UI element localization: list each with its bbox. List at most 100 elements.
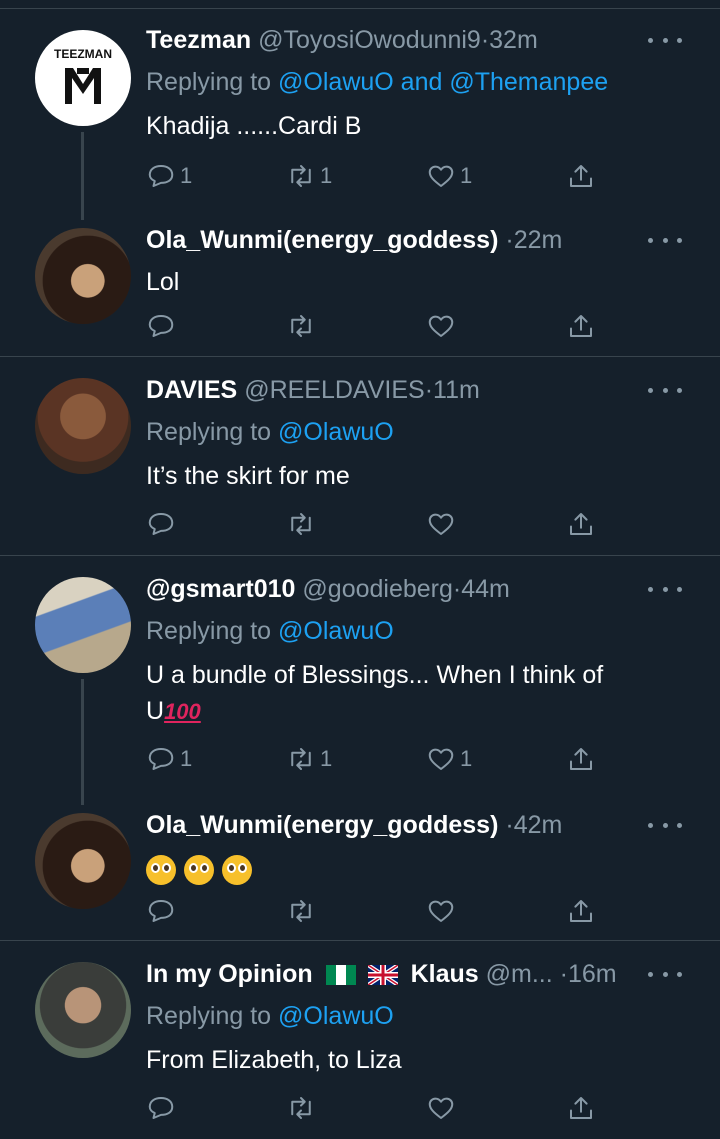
avatar[interactable] <box>35 378 131 474</box>
reply-button[interactable]: 1 <box>146 739 192 779</box>
like-icon <box>428 513 454 535</box>
mention-link[interactable]: @OlawuO <box>278 617 394 645</box>
author-name[interactable]: Ola_Wunmi(energy_goddess) <box>146 811 498 839</box>
retweet-count: 1 <box>320 746 333 771</box>
retweet-icon <box>291 1097 311 1119</box>
share-button[interactable] <box>566 891 596 931</box>
pleading-face-emoji <box>222 855 252 886</box>
more-icon[interactable] <box>648 954 682 994</box>
timestamp[interactable]: 16m <box>568 960 617 988</box>
mention-conjunction[interactable]: and <box>401 68 443 96</box>
timestamp[interactable]: 42m <box>514 811 563 839</box>
author-name-part[interactable]: In my Opinion <box>146 960 313 988</box>
reply-icon <box>148 165 174 187</box>
mention-link[interactable]: @OlawuO <box>278 418 394 446</box>
avatar[interactable] <box>35 577 131 673</box>
avatar[interactable] <box>35 813 131 909</box>
author-handle[interactable]: @goodieberg <box>302 575 453 603</box>
avatar[interactable]: TEEZMAN <box>35 30 131 126</box>
thread-line <box>81 679 84 805</box>
author-handle[interactable]: @m... <box>486 960 553 988</box>
reply-button[interactable] <box>146 306 176 346</box>
tweet-divider <box>0 940 720 941</box>
mention-link[interactable]: @OlawuO <box>278 68 394 96</box>
reply-button[interactable] <box>146 891 176 931</box>
reply-icon <box>148 1097 174 1119</box>
like-button[interactable] <box>426 1088 456 1128</box>
author-name-part[interactable]: Klaus <box>411 960 479 988</box>
separator-dot: · <box>424 376 434 404</box>
thread-line <box>81 132 84 220</box>
retweet-button[interactable]: 1 <box>286 156 332 196</box>
author-name[interactable]: @gsmart010 <box>146 575 295 603</box>
share-button[interactable] <box>566 1088 596 1128</box>
replying-to-label: Replying to <box>146 1002 272 1030</box>
timestamp[interactable]: 32m <box>489 26 538 54</box>
retweet-button[interactable]: 1 <box>286 739 332 779</box>
replying-to-label: Replying to <box>146 68 272 96</box>
retweet-icon <box>291 315 311 337</box>
more-icon[interactable] <box>648 220 682 260</box>
timestamp[interactable]: 22m <box>514 226 563 254</box>
author-handle[interactable]: @REELDAVIES <box>244 376 425 404</box>
retweet-button[interactable] <box>286 306 316 346</box>
pleading-face-emoji <box>146 855 176 886</box>
retweet-icon <box>291 165 311 187</box>
replying-to: Replying to @OlawuO <box>146 994 700 1038</box>
author-name[interactable]: Ola_Wunmi(energy_goddess) <box>146 226 498 254</box>
like-count: 1 <box>460 163 473 188</box>
author-name[interactable]: Teezman <box>146 26 251 54</box>
retweet-icon <box>291 513 311 535</box>
like-button[interactable]: 1 <box>426 739 472 779</box>
pleading-face-emoji <box>184 855 214 886</box>
tweet-text <box>146 851 700 887</box>
like-count: 1 <box>460 746 473 771</box>
mention-link[interactable]: @Themanpee <box>449 68 608 96</box>
tweet-text-line: U100 <box>146 693 700 730</box>
retweet-button[interactable] <box>286 504 316 544</box>
share-icon <box>570 748 592 770</box>
like-button[interactable]: 1 <box>426 156 472 196</box>
tweet-text: U a bundle of Blessings... When I think … <box>146 657 700 730</box>
share-button[interactable] <box>566 156 596 196</box>
tweet-text: Lol <box>146 268 180 296</box>
reply-count: 1 <box>180 746 193 771</box>
tweet-text: Khadija ......Cardi B <box>146 112 362 140</box>
share-button[interactable] <box>566 739 596 779</box>
like-icon <box>428 315 454 337</box>
avatar[interactable] <box>35 228 131 324</box>
retweet-count: 1 <box>320 163 333 188</box>
reply-button[interactable]: 1 <box>146 156 192 196</box>
retweet-button[interactable] <box>286 1088 316 1128</box>
like-button[interactable] <box>426 891 456 931</box>
like-button[interactable] <box>426 306 456 346</box>
avatar[interactable] <box>35 962 131 1058</box>
mention-link[interactable]: @OlawuO <box>278 1002 394 1030</box>
like-icon <box>428 1097 454 1119</box>
timestamp[interactable]: 44m <box>461 575 510 603</box>
more-icon[interactable] <box>648 805 682 845</box>
like-button[interactable] <box>426 504 456 544</box>
reply-button[interactable] <box>146 504 176 544</box>
reply-button[interactable] <box>146 1088 176 1128</box>
nigeria-flag-icon <box>325 965 356 986</box>
more-icon[interactable] <box>648 370 682 410</box>
hundred-points-emoji: 100 <box>164 699 201 724</box>
separator-dot: · <box>452 575 462 603</box>
share-button[interactable] <box>566 504 596 544</box>
author-name[interactable]: DAVIES <box>146 376 237 404</box>
author-handle[interactable]: @ToyosiOwodunni9 <box>258 26 481 54</box>
more-icon[interactable] <box>648 569 682 609</box>
more-icon[interactable] <box>648 20 682 60</box>
like-icon <box>428 900 454 922</box>
retweet-button[interactable] <box>286 891 316 931</box>
share-icon <box>570 900 592 922</box>
tweet-text-word: U <box>146 697 165 725</box>
reply-icon <box>148 900 174 922</box>
separator-dot: · <box>505 811 514 839</box>
replying-to-label: Replying to <box>146 617 272 645</box>
share-button[interactable] <box>566 306 596 346</box>
timestamp[interactable]: 11m <box>433 376 480 404</box>
separator-dot: · <box>480 26 490 54</box>
retweet-icon <box>291 900 311 922</box>
